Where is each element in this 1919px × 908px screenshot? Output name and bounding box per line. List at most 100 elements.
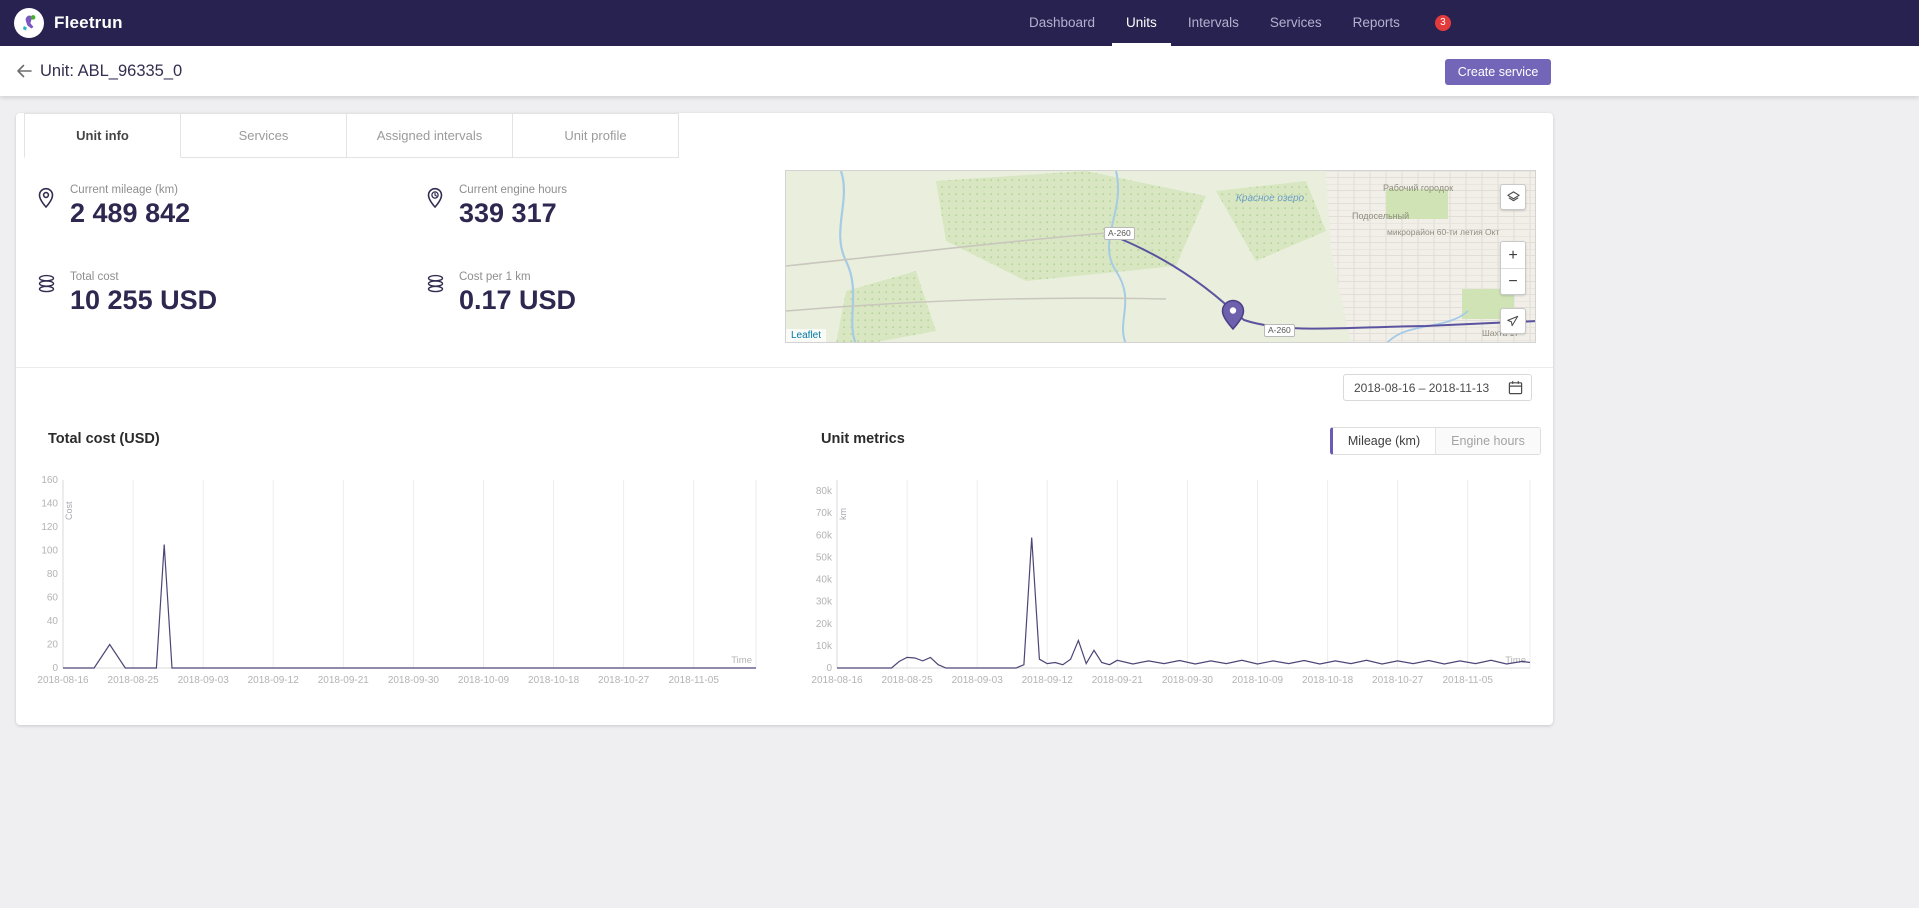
stat-value: 10 255 USD xyxy=(70,284,217,316)
svg-text:30k: 30k xyxy=(816,597,833,608)
stat-current-mileage: Current mileage (km) 2 489 842 xyxy=(35,183,190,229)
stat-label: Cost per 1 km xyxy=(459,270,576,284)
date-range-value: 2018-08-16 – 2018-11-13 xyxy=(1354,381,1508,395)
tab-unit-info[interactable]: Unit info xyxy=(24,113,181,158)
unit-location-map[interactable]: Красное озеро Рабочий городок Подосельны… xyxy=(785,170,1536,343)
svg-text:0: 0 xyxy=(826,663,832,674)
svg-text:2018-09-03: 2018-09-03 xyxy=(952,675,1004,686)
svg-text:160: 160 xyxy=(41,475,58,486)
tab-unit-profile[interactable]: Unit profile xyxy=(512,113,679,158)
road-badge: А-260 xyxy=(1104,227,1135,240)
nav-item-intervals[interactable]: Intervals xyxy=(1174,0,1253,46)
brand[interactable]: Fleetrun xyxy=(14,0,123,46)
nav-item-services[interactable]: Services xyxy=(1256,0,1336,46)
svg-text:100: 100 xyxy=(41,546,58,557)
svg-text:2018-08-25: 2018-08-25 xyxy=(882,675,934,686)
section-divider xyxy=(16,367,1553,368)
map-tiles xyxy=(786,171,1536,343)
nav-item-reports[interactable]: Reports xyxy=(1339,0,1414,46)
svg-text:Time: Time xyxy=(731,655,752,666)
svg-text:km: km xyxy=(838,508,848,520)
unit-info-card: Unit info Services Assigned intervals Un… xyxy=(16,113,1553,725)
svg-text:2018-10-27: 2018-10-27 xyxy=(598,675,650,686)
svg-text:2018-10-18: 2018-10-18 xyxy=(528,675,580,686)
stat-value: 0.17 USD xyxy=(459,284,576,316)
nav-items: Dashboard Units Intervals Services Repor… xyxy=(1015,0,1451,46)
tab-services[interactable]: Services xyxy=(180,113,347,158)
stat-total-cost: Total cost 10 255 USD xyxy=(35,270,217,316)
svg-text:20k: 20k xyxy=(816,619,833,630)
svg-text:40: 40 xyxy=(47,616,59,627)
nav-item-dashboard[interactable]: Dashboard xyxy=(1015,0,1109,46)
svg-text:2018-08-25: 2018-08-25 xyxy=(108,675,160,686)
svg-text:2018-09-30: 2018-09-30 xyxy=(1162,675,1214,686)
svg-text:2018-09-21: 2018-09-21 xyxy=(1092,675,1144,686)
svg-text:2018-08-16: 2018-08-16 xyxy=(37,675,89,686)
stat-value: 2 489 842 xyxy=(70,197,190,229)
back-button[interactable] xyxy=(14,62,34,82)
stat-label: Current mileage (km) xyxy=(70,183,190,197)
unit-metrics-toggle: Mileage (km) Engine hours xyxy=(1330,427,1541,455)
svg-text:80k: 80k xyxy=(816,486,833,497)
toggle-engine-hours[interactable]: Engine hours xyxy=(1435,428,1540,454)
svg-text:2018-10-09: 2018-10-09 xyxy=(1232,675,1284,686)
svg-text:120: 120 xyxy=(41,522,58,533)
engine-hours-icon xyxy=(424,183,448,229)
svg-text:2018-09-21: 2018-09-21 xyxy=(318,675,370,686)
svg-text:Cost: Cost xyxy=(64,501,74,520)
road-badge: А-260 xyxy=(1264,324,1295,337)
svg-text:2018-11-05: 2018-11-05 xyxy=(1442,675,1493,686)
main-navbar: Fleetrun Dashboard Units Intervals Servi… xyxy=(0,0,1919,46)
stat-label: Total cost xyxy=(70,270,217,284)
tab-assigned-intervals[interactable]: Assigned intervals xyxy=(346,113,513,158)
stat-label: Current engine hours xyxy=(459,183,567,197)
svg-text:2018-09-12: 2018-09-12 xyxy=(248,675,300,686)
svg-text:2018-10-27: 2018-10-27 xyxy=(1372,675,1424,686)
svg-text:2018-08-16: 2018-08-16 xyxy=(811,675,863,686)
zoom-out-button[interactable]: − xyxy=(1501,268,1525,294)
nav-item-units[interactable]: Units xyxy=(1112,0,1171,46)
svg-text:70k: 70k xyxy=(816,508,833,519)
create-service-button[interactable]: Create service xyxy=(1445,59,1551,85)
svg-text:10k: 10k xyxy=(816,641,833,652)
map-locate-button[interactable] xyxy=(1500,308,1526,334)
svg-text:80: 80 xyxy=(47,569,59,580)
stat-current-engine-hours: Current engine hours 339 317 xyxy=(424,183,567,229)
toggle-mileage[interactable]: Mileage (km) xyxy=(1333,428,1435,454)
unit-metrics-chart: 2018-08-16 2018-08-25 2018-09-03 2018-09-12… xyxy=(810,470,1534,695)
unit-header: Unit: ABL_96335_0 Create service xyxy=(0,46,1919,96)
svg-text:0: 0 xyxy=(52,663,58,674)
notification-badge[interactable]: 3 xyxy=(1435,15,1451,31)
page-title: Unit: ABL_96335_0 xyxy=(40,46,182,96)
svg-text:140: 140 xyxy=(41,499,58,510)
brand-name: Fleetrun xyxy=(54,13,123,33)
svg-text:2018-09-03: 2018-09-03 xyxy=(178,675,230,686)
svg-text:50k: 50k xyxy=(816,552,833,563)
arrow-left-icon xyxy=(15,62,33,80)
svg-text:40k: 40k xyxy=(816,575,833,586)
svg-text:2018-09-12: 2018-09-12 xyxy=(1022,675,1074,686)
svg-text:Time: Time xyxy=(1505,655,1526,666)
zoom-in-button[interactable]: + xyxy=(1501,242,1525,268)
svg-text:60: 60 xyxy=(47,593,59,604)
coins-icon xyxy=(35,270,59,316)
svg-text:2018-11-05: 2018-11-05 xyxy=(668,675,719,686)
fleetrun-logo-icon xyxy=(14,8,44,38)
date-range-picker[interactable]: 2018-08-16 – 2018-11-13 xyxy=(1343,374,1532,401)
stat-value: 339 317 xyxy=(459,197,567,229)
unit-tabs: Unit info Services Assigned intervals Un… xyxy=(24,113,679,158)
map-attribution-link[interactable]: Leaflet xyxy=(786,329,826,342)
calendar-icon xyxy=(1508,380,1523,395)
map-layers-button[interactable] xyxy=(1500,184,1526,210)
unit-metrics-chart-title: Unit metrics xyxy=(821,431,905,447)
location-pin-icon xyxy=(35,183,59,229)
total-cost-chart: 2018-08-16 2018-08-25 2018-09-03 2018-09-12… xyxy=(36,470,760,695)
map-zoom-control: + − xyxy=(1500,241,1526,295)
svg-text:20: 20 xyxy=(47,640,59,651)
coins-icon xyxy=(424,270,448,316)
layers-icon xyxy=(1506,190,1521,205)
locate-arrow-icon xyxy=(1506,314,1520,328)
total-cost-chart-title: Total cost (USD) xyxy=(48,431,160,447)
stat-cost-per-km: Cost per 1 km 0.17 USD xyxy=(424,270,576,316)
svg-text:2018-10-18: 2018-10-18 xyxy=(1302,675,1354,686)
